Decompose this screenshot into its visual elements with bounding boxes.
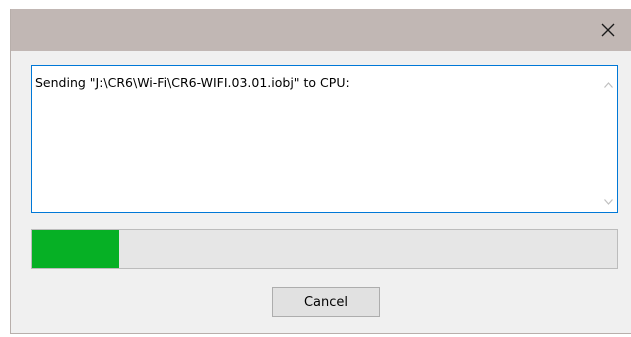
chevron-down-icon bbox=[604, 190, 613, 209]
title-bar[interactable] bbox=[11, 9, 631, 51]
log-text: Sending "J:\CR6\Wi-Fi\CR6-WIFI.03.01.iob… bbox=[35, 75, 350, 90]
log-output[interactable]: Sending "J:\CR6\Wi-Fi\CR6-WIFI.03.01.iob… bbox=[31, 65, 618, 213]
scroll-up-button[interactable] bbox=[600, 74, 617, 91]
progress-bar bbox=[31, 229, 618, 269]
chevron-up-icon bbox=[604, 73, 613, 92]
progress-fill bbox=[32, 230, 119, 268]
transfer-dialog: Sending "J:\CR6\Wi-Fi\CR6-WIFI.03.01.iob… bbox=[10, 9, 631, 334]
vertical-scrollbar[interactable] bbox=[600, 66, 617, 212]
scroll-down-button[interactable] bbox=[600, 191, 617, 208]
close-icon bbox=[601, 23, 615, 37]
cancel-button[interactable]: Cancel bbox=[272, 287, 380, 317]
close-button[interactable] bbox=[585, 9, 631, 51]
page: Sending "J:\CR6\Wi-Fi\CR6-WIFI.03.01.iob… bbox=[0, 0, 631, 337]
